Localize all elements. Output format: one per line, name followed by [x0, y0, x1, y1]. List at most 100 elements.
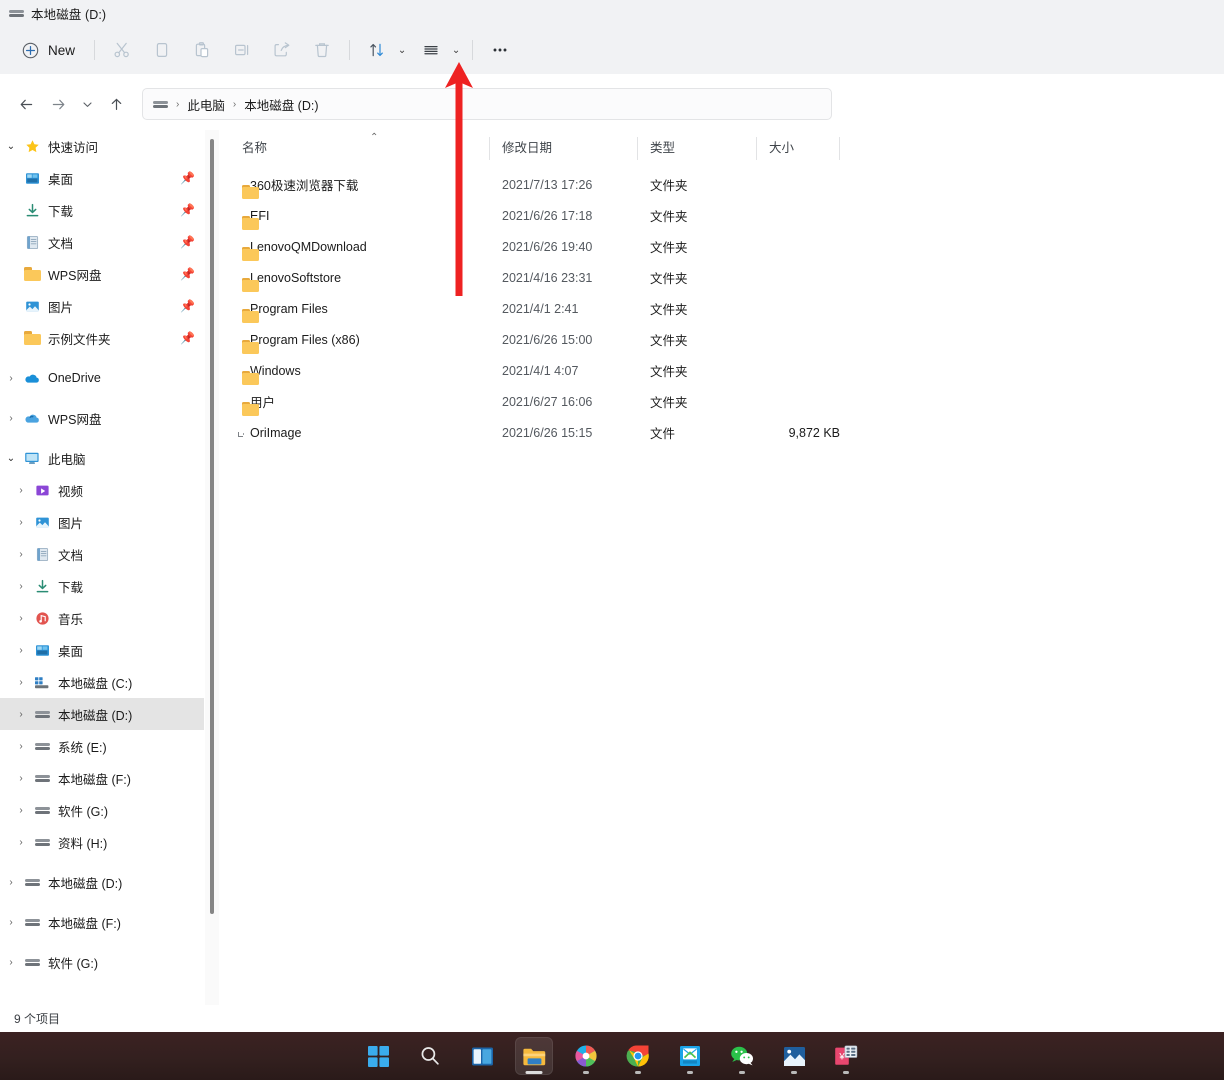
chevron-down-icon[interactable]: ⌄ — [0, 453, 22, 464]
navigation-pane[interactable]: ⌄ 快速访问 桌面 📌 下载 📌 文档 📌 — [0, 130, 204, 1005]
sidebar-item-wps-cloud-folder[interactable]: WPS网盘 📌 — [0, 258, 204, 290]
sidebar-item-drive-h[interactable]: › 资料 (H:) — [0, 826, 204, 858]
pin-icon[interactable]: 📌 — [180, 267, 195, 281]
delete-button[interactable] — [302, 34, 342, 66]
sidebar-item-label: WPS网盘 — [48, 265, 101, 284]
chevron-right-icon[interactable]: › — [10, 485, 32, 496]
chevron-right-icon[interactable]: › — [0, 413, 22, 424]
sidebar-item-onedrive[interactable]: › OneDrive — [0, 362, 204, 394]
sidebar-item-documents-pc[interactable]: › 文档 — [0, 538, 204, 570]
navigation-pane-scrollbar[interactable] — [205, 130, 219, 1010]
back-button[interactable] — [10, 88, 42, 120]
sidebar-item-drive-f[interactable]: › 本地磁盘 (F:) — [0, 762, 204, 794]
chevron-right-icon[interactable]: › — [10, 741, 32, 752]
chevron-right-icon[interactable]: › — [10, 645, 32, 656]
taskbar-start-button[interactable] — [359, 1037, 397, 1075]
sidebar-item-desktop-pc[interactable]: › 桌面 — [0, 634, 204, 666]
chevron-right-icon[interactable]: › — [10, 677, 32, 688]
chevron-right-icon[interactable]: › — [10, 805, 32, 816]
sidebar-item-desktop[interactable]: 桌面 📌 — [0, 162, 204, 194]
sidebar-item-drive-g[interactable]: › 软件 (G:) — [0, 794, 204, 826]
share-button[interactable] — [262, 34, 302, 66]
sidebar-item-downloads[interactable]: 下载 📌 — [0, 194, 204, 226]
taskbar-search-button[interactable] — [411, 1037, 449, 1075]
chevron-right-icon[interactable]: › — [10, 837, 32, 848]
table-row[interactable]: LenovoQMDownload 2021/6/26 19:40 文件夹 — [222, 231, 1224, 262]
taskbar-accounting-app-button[interactable]: ¥ — [827, 1037, 865, 1075]
new-button[interactable]: New — [16, 34, 87, 66]
cut-button[interactable] — [102, 34, 142, 66]
table-row[interactable]: Program Files 2021/4/1 2:41 文件夹 — [222, 293, 1224, 324]
up-button[interactable] — [100, 88, 132, 120]
scrollbar-thumb[interactable] — [210, 139, 214, 914]
sidebar-item-pictures-pc[interactable]: › 图片 — [0, 506, 204, 538]
table-row[interactable]: EFI 2021/6/26 17:18 文件夹 — [222, 200, 1224, 231]
sidebar-item-music[interactable]: › 音乐 — [0, 602, 204, 634]
chevron-right-icon[interactable]: › — [10, 773, 32, 784]
table-row[interactable]: Windows 2021/4/1 4:07 文件夹 — [222, 355, 1224, 386]
forward-button[interactable] — [42, 88, 74, 120]
sidebar-item-network-drive-f[interactable]: › 本地磁盘 (F:) — [0, 906, 204, 938]
chevron-right-icon[interactable]: › — [0, 373, 22, 384]
chevron-right-icon[interactable]: › — [10, 549, 32, 560]
column-header-size[interactable]: 大小 — [757, 137, 840, 164]
pin-icon[interactable]: 📌 — [180, 299, 195, 313]
copy-button[interactable] — [142, 34, 182, 66]
ellipsis-icon — [490, 41, 510, 59]
chevron-down-icon[interactable]: ⌄ — [0, 141, 22, 152]
sidebar-item-drive-d-selected[interactable]: › 本地磁盘 (D:) — [0, 698, 204, 730]
rename-button[interactable] — [222, 34, 262, 66]
sidebar-item-sample-folder[interactable]: 示例文件夹 📌 — [0, 322, 204, 354]
chevron-right-icon[interactable]: › — [10, 613, 32, 624]
table-row[interactable]: 用户 2021/6/27 16:06 文件夹 — [222, 386, 1224, 417]
table-row[interactable]: OriImage 2021/6/26 15:15 文件 9,872 KB — [222, 417, 1224, 448]
column-divider[interactable] — [839, 137, 840, 160]
breadcrumb-current-drive[interactable]: 本地磁盘 (D:) — [244, 95, 318, 114]
breadcrumb-this-pc[interactable]: 此电脑 — [187, 95, 225, 114]
view-options-button[interactable] — [411, 34, 451, 66]
chevron-right-icon[interactable]: › — [10, 581, 32, 592]
taskbar-task-view-button[interactable] — [463, 1037, 501, 1075]
column-header-type[interactable]: 类型 — [638, 137, 757, 164]
column-header-name[interactable]: 名称 ⌃ — [222, 137, 490, 164]
sidebar-item-documents[interactable]: 文档 📌 — [0, 226, 204, 258]
taskbar-wechat-button[interactable] — [723, 1037, 761, 1075]
more-options-button[interactable] — [480, 34, 520, 66]
table-row[interactable]: LenovoSoftstore 2021/4/16 23:31 文件夹 — [222, 262, 1224, 293]
sidebar-item-wps-cloud[interactable]: › WPS网盘 — [0, 402, 204, 434]
sidebar-item-drive-e[interactable]: › 系统 (E:) — [0, 730, 204, 762]
pin-icon[interactable]: 📌 — [180, 235, 195, 249]
taskbar-foxmail-button[interactable] — [671, 1037, 709, 1075]
chevron-right-icon[interactable]: › — [10, 709, 32, 720]
pin-icon[interactable]: 📌 — [180, 171, 195, 185]
pin-icon[interactable]: 📌 — [180, 203, 195, 217]
sidebar-item-videos[interactable]: › 视频 — [0, 474, 204, 506]
chevron-right-icon[interactable]: › — [0, 877, 22, 888]
chevron-right-icon[interactable]: › — [0, 917, 22, 928]
table-row[interactable]: 360极速浏览器下载 2021/7/13 17:26 文件夹 — [222, 169, 1224, 200]
chevron-right-icon[interactable]: › — [0, 957, 22, 968]
file-date: 2021/6/26 19:40 — [490, 240, 638, 254]
sidebar-item-label: 桌面 — [48, 169, 73, 188]
column-header-date[interactable]: 修改日期 — [490, 137, 638, 164]
sidebar-item-network-drive-g[interactable]: › 软件 (G:) — [0, 946, 204, 978]
taskbar-chrome-button[interactable] — [619, 1037, 657, 1075]
sidebar-group-quick-access[interactable]: ⌄ 快速访问 — [0, 130, 204, 162]
taskbar-360-browser-button[interactable] — [567, 1037, 605, 1075]
sort-button[interactable] — [357, 34, 397, 66]
sidebar-item-downloads-pc[interactable]: › 下载 — [0, 570, 204, 602]
sidebar-item-pictures[interactable]: 图片 📌 — [0, 290, 204, 322]
file-list-pane[interactable]: 名称 ⌃ 修改日期 类型 大小 360极速浏览器下载 2021/7/13 17:… — [222, 130, 1224, 1005]
table-row[interactable]: Program Files (x86) 2021/6/26 15:00 文件夹 — [222, 324, 1224, 355]
taskbar-file-explorer-button[interactable] — [515, 1037, 553, 1075]
address-bar[interactable]: › 此电脑 › 本地磁盘 (D:) — [142, 88, 832, 120]
taskbar-photos-button[interactable] — [775, 1037, 813, 1075]
pin-icon[interactable]: 📌 — [180, 331, 195, 345]
chevron-right-icon[interactable]: › — [10, 517, 32, 528]
sidebar-item-label: 本地磁盘 (D:) — [58, 705, 132, 724]
recent-locations-button[interactable] — [74, 88, 100, 120]
sidebar-item-drive-c[interactable]: › 本地磁盘 (C:) — [0, 666, 204, 698]
sidebar-group-this-pc[interactable]: ⌄ 此电脑 — [0, 442, 204, 474]
paste-button[interactable] — [182, 34, 222, 66]
sidebar-item-network-drive-d[interactable]: › 本地磁盘 (D:) — [0, 866, 204, 898]
